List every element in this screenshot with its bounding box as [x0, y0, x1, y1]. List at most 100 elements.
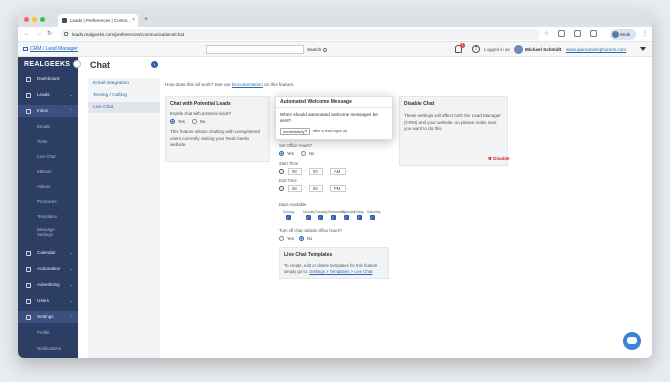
crm-icon	[23, 46, 28, 51]
enable-yes-label: Yes	[178, 119, 185, 124]
end-minute-field[interactable]: 00	[309, 185, 323, 192]
turn-off-no-label: No	[307, 236, 313, 241]
website-link[interactable]: www.quincardenphomes.com	[566, 42, 626, 57]
sidebar-item-inbox[interactable]: Inbox ⌃	[18, 105, 78, 117]
subnav-live-chat[interactable]: Live Chat	[88, 102, 160, 113]
day-wednesday[interactable]: Wednesday ✓	[328, 210, 346, 220]
profile-label: Work	[620, 32, 631, 37]
search-button-label: Search	[307, 47, 322, 52]
tab-title: Leads | Preferences | Comm...	[70, 18, 131, 23]
start-hour-field[interactable]: 08	[288, 168, 302, 175]
sidebar-item-automation[interactable]: Automation ⌄	[18, 263, 78, 275]
close-window-button[interactable]	[24, 17, 29, 22]
chat-bubble-button[interactable]	[623, 332, 641, 350]
search-input[interactable]	[206, 45, 304, 54]
day-checkbox[interactable]: ✓	[305, 215, 311, 220]
sidebar-item-dashboard[interactable]: Dashboard	[18, 73, 78, 85]
day-checkbox[interactable]: ✓	[343, 215, 349, 220]
templates-description: To create, edit or delete templates for …	[284, 263, 388, 275]
sidebar-subitem-message-settings[interactable]: Message Settings	[18, 226, 63, 242]
day-checkbox[interactable]: ✓	[356, 215, 362, 220]
sidebar-toggle-icon[interactable]	[590, 30, 597, 37]
sidebar-subitem-notifications[interactable]: Notifications	[18, 343, 78, 355]
end-ampm-select[interactable]: PM	[330, 185, 346, 192]
day-saturday[interactable]: Saturday ✓	[367, 210, 381, 220]
sidebar-item-settings[interactable]: Settings ⌃	[18, 311, 78, 323]
url-field[interactable]: leads.realgeeks.com/preferences/communic…	[60, 29, 540, 40]
info-icon[interactable]: i	[151, 61, 158, 68]
day-checkbox[interactable]: ✓	[330, 215, 336, 220]
day-thursday[interactable]: Thursday ✓	[341, 210, 355, 220]
office-hours-no-radio[interactable]	[301, 151, 306, 156]
sidebar-item-calendar[interactable]: Calendar ⌄	[18, 247, 78, 259]
turn-off-no-radio[interactable]	[299, 236, 304, 241]
sidebar-subitem-live-chat[interactable]: Live Chat	[18, 151, 78, 163]
day-sunday[interactable]: Sunday ✓	[283, 210, 295, 220]
turn-off-yes-radio[interactable]	[279, 236, 284, 241]
day-checkbox[interactable]: ✓	[285, 215, 291, 220]
timing-select[interactable]: Immediately ▾	[280, 128, 310, 135]
new-tab-button[interactable]: +	[144, 14, 148, 25]
office-hours-label: Set Office Hours?	[279, 143, 312, 148]
day-checkbox[interactable]: ✓	[369, 215, 375, 220]
puzzle-extensions-icon[interactable]	[574, 30, 581, 37]
forward-arrow-icon[interactable]: →	[36, 29, 42, 40]
sidebar-item-users[interactable]: Users ⌄	[18, 295, 78, 307]
realgeeks-logo[interactable]: REALGEEKS	[24, 60, 70, 69]
help-icon[interactable]: ?	[472, 45, 480, 53]
days-available-label: Days Available	[279, 202, 307, 207]
office-hours-yes-radio[interactable]	[279, 151, 284, 156]
browser-tab[interactable]: Leads | Preferences | Comm... ×	[58, 14, 138, 27]
user-icon	[26, 299, 31, 304]
bookmark-star-icon[interactable]: ☆	[544, 29, 549, 40]
sidebar-subitem-eblasts[interactable]: eBlasts	[18, 166, 78, 178]
sidebar-item-label: Advertising	[37, 282, 60, 287]
sidebar-subitem-videos[interactable]: Videos	[18, 181, 78, 193]
back-arrow-icon[interactable]: ←	[24, 29, 30, 40]
day-monday[interactable]: Monday ✓	[303, 210, 315, 220]
sidebar-subitem-postcards[interactable]: Postcards	[18, 196, 78, 208]
day-checkbox[interactable]: ✓	[317, 215, 323, 220]
sidebar-collapse-button[interactable]	[73, 60, 81, 68]
day-name: Friday	[354, 210, 364, 214]
dashboard-icon	[26, 77, 31, 82]
minimize-window-button[interactable]	[32, 17, 37, 22]
subnav-email-integration[interactable]: Email Integration	[88, 78, 160, 89]
subnav-texting-calling[interactable]: Texting / Calling	[88, 90, 160, 101]
extension-icon[interactable]	[558, 30, 565, 37]
search-button[interactable]: Search	[307, 45, 328, 54]
account-caret-icon[interactable]	[640, 47, 646, 51]
tab-close-icon[interactable]: ×	[132, 14, 135, 27]
day-name: Saturday	[367, 210, 381, 214]
sidebar-subitem-texts[interactable]: Texts	[18, 136, 78, 148]
user-avatar[interactable]	[514, 45, 523, 54]
sidebar-item-leads[interactable]: Leads ⌄	[18, 89, 78, 101]
enable-yes-radio[interactable]	[170, 119, 175, 124]
disable-button[interactable]: ✖ Disable	[488, 156, 509, 162]
sidebar-subitem-emails[interactable]: Emails	[18, 121, 78, 133]
sidebar-item-advertising[interactable]: Advertising ⌄	[18, 279, 78, 291]
templates-card: Live Chat Templates To create, edit or d…	[279, 247, 389, 279]
profile-button[interactable]: Work	[610, 29, 636, 40]
calendar-icon	[26, 251, 31, 256]
maximize-window-button[interactable]	[40, 17, 45, 22]
sidebar-subitem-profile[interactable]: Profile	[18, 327, 78, 339]
reload-icon[interactable]: ↻	[47, 29, 52, 40]
start-ampm-select[interactable]: AM	[330, 168, 346, 175]
enable-no-radio[interactable]	[192, 119, 197, 124]
sidebar-subitem-templates[interactable]: Templates	[18, 211, 78, 223]
documentation-link[interactable]: Documentation	[232, 82, 263, 87]
browser-menu-icon[interactable]: ⋮	[642, 29, 648, 40]
day-tuesday[interactable]: Tuesday ✓	[315, 210, 328, 220]
app-header: CRM / Lead Manager Search 1 ? Logged in …	[18, 42, 652, 57]
time-separator: :	[305, 185, 307, 190]
sidebar-item-label: Leads	[37, 92, 50, 97]
turn-off-chat-label: Turn off chat outside office hours?	[279, 228, 343, 233]
start-minute-field[interactable]: 00	[309, 168, 323, 175]
browser-window: Leads | Preferences | Comm... × + ← → ↻ …	[18, 12, 652, 358]
end-hour-field[interactable]: 08	[288, 185, 302, 192]
templates-link[interactable]: Settings > Templates > Live Chat	[309, 269, 372, 274]
day-friday[interactable]: Friday ✓	[354, 210, 364, 220]
crm-link[interactable]: CRM / Lead Manager	[23, 42, 78, 57]
sidebar: REALGEEKS Dashboard Leads ⌄ Inbox ⌃ Emails…	[18, 57, 78, 358]
